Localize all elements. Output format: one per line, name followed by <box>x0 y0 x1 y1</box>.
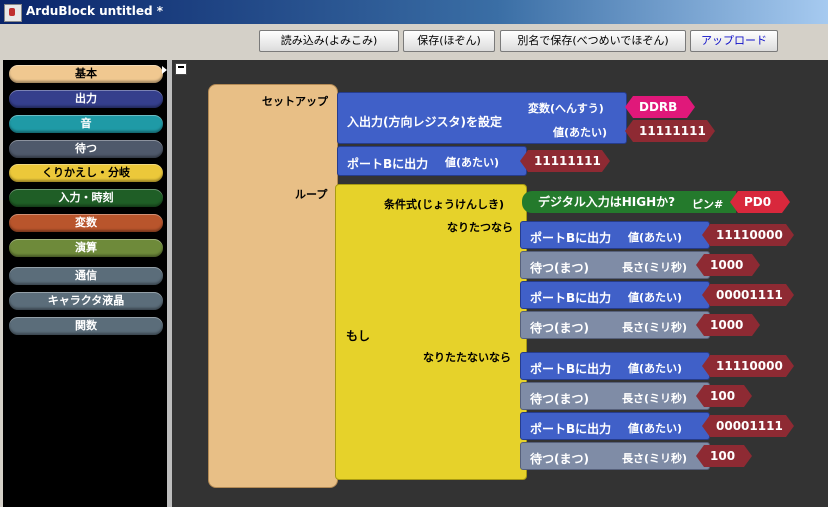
portb-label: ポートBに出力 <box>530 362 612 376</box>
wait-label: 待つ(まつ) <box>530 392 589 406</box>
condition-label: 条件式(じょうけんしき) <box>384 198 505 211</box>
category-input-time[interactable]: 入力・時刻 <box>9 189 163 207</box>
duration-param-label: 長さ(ミリ秒) <box>622 261 688 274</box>
minimize-canvas-icon[interactable] <box>175 63 187 75</box>
portb-label: ポートBに出力 <box>530 231 612 245</box>
ddrb-variable[interactable]: DDRB <box>625 96 695 118</box>
title-bar: ArduBlock untitled * <box>0 0 828 24</box>
block-palette: 基本 出力 音 待つ くりかえし・分岐 入力・時刻 変数 演算 通信 キャラクタ… <box>3 60 167 507</box>
portb-label: ポートBに出力 <box>530 422 612 436</box>
wait-duration-value[interactable]: 100 <box>696 385 752 407</box>
save-button[interactable]: 保存(ほぞん) <box>403 30 495 52</box>
wait-duration-value[interactable]: 100 <box>696 445 752 467</box>
portb-value[interactable]: 00001111 <box>702 415 794 437</box>
portb-setup-value[interactable]: 11111111 <box>520 150 610 172</box>
java-app-icon <box>4 4 22 22</box>
duration-param-label: 長さ(ミリ秒) <box>622 392 688 405</box>
wait-label: 待つ(まつ) <box>530 261 589 275</box>
toolbar: 読み込み(よみこみ) 保存(ほぞん) 別名で保存(べつめいでほぞん) アップロー… <box>0 24 828 58</box>
then-label: なりたつなら <box>447 221 513 234</box>
category-output[interactable]: 出力 <box>9 90 163 108</box>
save-as-button[interactable]: 別名で保存(べつめいでほぞん) <box>500 30 686 52</box>
category-wait[interactable]: 待つ <box>9 140 163 158</box>
wait-label: 待つ(まつ) <box>530 452 589 466</box>
category-basic[interactable]: 基本 <box>9 65 163 83</box>
category-communication[interactable]: 通信 <box>9 267 163 285</box>
portb-label: ポートBに出力 <box>347 157 429 171</box>
portb-value[interactable]: 11110000 <box>702 224 794 246</box>
loop-label: ループ <box>295 188 328 201</box>
portb-value[interactable]: 00001111 <box>702 284 794 306</box>
value-param-label: 値(あたい) <box>628 291 683 304</box>
category-lcd[interactable]: キャラクタ液晶 <box>9 292 163 310</box>
wait-duration-value[interactable]: 1000 <box>696 254 760 276</box>
portb-value[interactable]: 11110000 <box>702 355 794 377</box>
pin-value[interactable]: PD0 <box>730 191 790 213</box>
value-param-label: 値(あたい) <box>628 422 683 435</box>
value-param-label: 値(あたい) <box>553 126 608 139</box>
set-io-register-label: 入出力(方向レジスタ)を設定 <box>347 115 502 129</box>
open-button[interactable]: 読み込み(よみこみ) <box>259 30 399 52</box>
category-sound[interactable]: 音 <box>9 115 163 133</box>
duration-param-label: 長さ(ミリ秒) <box>622 321 688 334</box>
collapse-arrow-icon[interactable] <box>162 66 167 74</box>
portb-label: ポートBに出力 <box>530 291 612 305</box>
digital-read-label: デジタル入力はHIGHか? <box>538 195 676 209</box>
duration-param-label: 長さ(ミリ秒) <box>622 452 688 465</box>
window-title: ArduBlock untitled * <box>26 4 164 18</box>
value-param-label: 値(あたい) <box>628 362 683 375</box>
else-label: なりたたないなら <box>423 351 511 364</box>
program-block[interactable] <box>208 84 338 488</box>
wait-label: 待つ(まつ) <box>530 321 589 335</box>
setup-label: セットアップ <box>262 95 328 108</box>
value-param-label: 値(あたい) <box>628 231 683 244</box>
pin-label: ピン# <box>692 198 724 211</box>
category-math[interactable]: 演算 <box>9 239 163 257</box>
wait-duration-value[interactable]: 1000 <box>696 314 760 336</box>
var-param-label: 変数(へんすう) <box>528 102 604 115</box>
if-label: もし <box>346 329 371 343</box>
ddrb-value[interactable]: 11111111 <box>625 120 715 142</box>
category-control[interactable]: くりかえし・分岐 <box>9 164 163 182</box>
category-functions[interactable]: 関数 <box>9 317 163 335</box>
category-variables[interactable]: 変数 <box>9 214 163 232</box>
portb-value-label: 値(あたい) <box>445 156 500 169</box>
upload-button[interactable]: アップロード <box>690 30 778 52</box>
